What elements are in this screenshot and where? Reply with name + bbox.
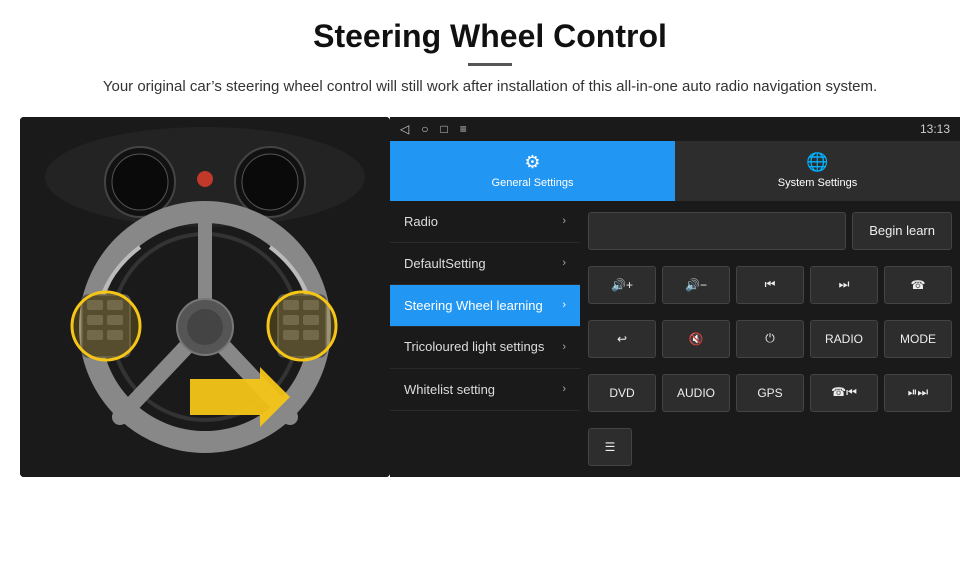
home-icon[interactable]: ○ bbox=[421, 122, 428, 136]
settings-menu: Radio › DefaultSetting › Steering Wheel … bbox=[390, 201, 580, 477]
dvd-label: DVD bbox=[609, 386, 634, 400]
tab-bar: ⚙ General Settings 🌐 System Settings bbox=[390, 141, 960, 201]
menu-item-whitelist[interactable]: Whitelist setting › bbox=[390, 369, 580, 411]
menu-item-radio[interactable]: Radio › bbox=[390, 201, 580, 243]
back-icon[interactable]: ◁ bbox=[400, 122, 409, 136]
mode-button[interactable]: MODE bbox=[884, 320, 952, 358]
page-subtitle: Your original car’s steering wheel contr… bbox=[60, 76, 920, 99]
dvd-button[interactable]: DVD bbox=[588, 374, 656, 412]
title-divider bbox=[468, 63, 512, 66]
settings-area: Radio › DefaultSetting › Steering Wheel … bbox=[390, 201, 960, 477]
vol-up-icon: 🔊+ bbox=[611, 278, 633, 292]
radio-button[interactable]: RADIO bbox=[810, 320, 878, 358]
car-image bbox=[20, 117, 390, 477]
hangup-icon: ↩ bbox=[617, 332, 627, 346]
tab-general-label: General Settings bbox=[492, 177, 574, 189]
mode-label: MODE bbox=[900, 332, 936, 346]
gps-label: GPS bbox=[757, 386, 782, 400]
page-header: Steering Wheel Control Your original car… bbox=[0, 0, 980, 109]
list-icon: ☰ bbox=[605, 440, 616, 454]
main-content: ◁ ○ □ ≡ 13:13 ⚙ General Settings 🌐 Syste… bbox=[20, 117, 960, 477]
audio-button[interactable]: AUDIO bbox=[662, 374, 730, 412]
menu-item-default[interactable]: DefaultSetting › bbox=[390, 243, 580, 285]
tab-system-settings[interactable]: 🌐 System Settings bbox=[675, 141, 960, 201]
control-panel: Begin learn 🔊+ 🔊− ⏮ ⏭ bbox=[580, 201, 960, 477]
system-icon: 🌐 bbox=[806, 152, 828, 173]
next-icon: ⏭ bbox=[839, 277, 850, 292]
control-row-2: ↩ 🔇 ⏻ RADIO MODE bbox=[588, 315, 952, 363]
mute-button[interactable]: 🔇 bbox=[662, 320, 730, 358]
control-row-4: ☰ bbox=[588, 423, 952, 471]
prev-track-button[interactable]: ⏮ bbox=[736, 266, 804, 304]
menu-tricoloured-label: Tricoloured light settings bbox=[404, 339, 544, 356]
recents-icon[interactable]: □ bbox=[440, 122, 447, 136]
vol-down-button[interactable]: 🔊− bbox=[662, 266, 730, 304]
gear-icon: ⚙ bbox=[524, 152, 540, 173]
status-time: 13:13 bbox=[920, 122, 950, 136]
menu-steering-label: Steering Wheel learning bbox=[404, 298, 543, 313]
skip-fwd-icon: ⏯⏭ bbox=[908, 385, 928, 400]
tab-general-settings[interactable]: ⚙ General Settings bbox=[390, 141, 675, 201]
tel-prev-button[interactable]: ☎⏮ bbox=[810, 374, 878, 412]
begin-learn-row: Begin learn bbox=[588, 207, 952, 255]
next-track-button[interactable]: ⏭ bbox=[810, 266, 878, 304]
car-image-bg bbox=[20, 117, 390, 477]
menu-whitelist-label: Whitelist setting bbox=[404, 382, 495, 397]
phone-button[interactable]: ☎ bbox=[884, 266, 952, 304]
tel-prev-icon: ☎⏮ bbox=[831, 385, 857, 400]
chevron-icon: › bbox=[562, 257, 566, 269]
chevron-icon: › bbox=[562, 299, 566, 311]
mute-icon: 🔇 bbox=[689, 332, 704, 346]
skip-fwd-button[interactable]: ⏯⏭ bbox=[884, 374, 952, 412]
status-bar-nav: ◁ ○ □ ≡ bbox=[400, 122, 467, 136]
vol-up-button[interactable]: 🔊+ bbox=[588, 266, 656, 304]
control-row-3: DVD AUDIO GPS ☎⏮ ⏯⏭ bbox=[588, 369, 952, 417]
status-bar: ◁ ○ □ ≡ 13:13 bbox=[390, 117, 960, 141]
menu-default-label: DefaultSetting bbox=[404, 256, 486, 271]
chevron-icon: › bbox=[562, 215, 566, 227]
page-title: Steering Wheel Control bbox=[60, 18, 920, 55]
control-row-1: 🔊+ 🔊− ⏮ ⏭ ☎ bbox=[588, 261, 952, 309]
tab-system-label: System Settings bbox=[778, 177, 857, 189]
list-button[interactable]: ☰ bbox=[588, 428, 632, 466]
gps-button[interactable]: GPS bbox=[736, 374, 804, 412]
learn-input[interactable] bbox=[588, 212, 846, 250]
begin-learn-button[interactable]: Begin learn bbox=[852, 212, 952, 250]
menu-radio-label: Radio bbox=[404, 214, 438, 229]
menu-icon[interactable]: ≡ bbox=[460, 122, 467, 136]
hang-up-button[interactable]: ↩ bbox=[588, 320, 656, 358]
power-button[interactable]: ⏻ bbox=[736, 320, 804, 358]
menu-item-tricoloured[interactable]: Tricoloured light settings › bbox=[390, 327, 580, 369]
audio-label: AUDIO bbox=[677, 386, 715, 400]
chevron-icon: › bbox=[562, 341, 566, 353]
android-panel: ◁ ○ □ ≡ 13:13 ⚙ General Settings 🌐 Syste… bbox=[390, 117, 960, 477]
power-icon: ⏻ bbox=[765, 331, 775, 346]
chevron-icon: › bbox=[562, 383, 566, 395]
phone-icon: ☎ bbox=[911, 278, 926, 292]
radio-label: RADIO bbox=[825, 332, 863, 346]
menu-item-steering[interactable]: Steering Wheel learning › bbox=[390, 285, 580, 327]
vol-down-icon: 🔊− bbox=[685, 278, 707, 292]
prev-icon: ⏮ bbox=[765, 277, 776, 292]
